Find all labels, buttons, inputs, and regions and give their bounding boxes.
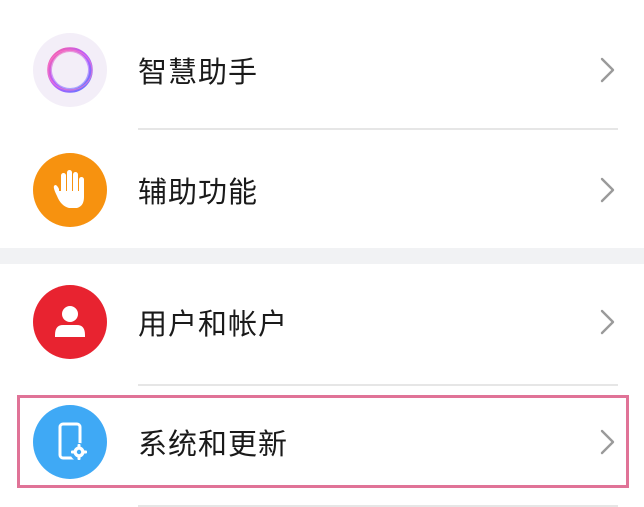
user-icon: [33, 285, 107, 359]
assistant-ring-icon: [33, 33, 107, 107]
settings-group-2: 用户和帐户 系统和更新: [0, 264, 644, 507]
settings-item-label: 系统和更新: [138, 427, 289, 461]
chevron-right-icon: [600, 429, 615, 455]
chevron-right-icon: [600, 309, 615, 335]
settings-item-users-accounts[interactable]: 用户和帐户: [0, 264, 644, 380]
settings-item-label: 辅助功能: [138, 175, 259, 209]
hand-icon: [33, 153, 107, 227]
settings-item-label: 智慧助手: [138, 55, 259, 89]
settings-item-label: 用户和帐户: [138, 307, 289, 341]
group-separator: [0, 248, 644, 264]
phone-gear-icon: [33, 405, 107, 479]
settings-item-smart-assistant[interactable]: 智慧助手: [0, 12, 644, 128]
settings-screen: 智慧助手 辅助功能 用户和帐户 系统和更新: [0, 0, 644, 507]
divider: [138, 128, 618, 130]
chevron-right-icon: [600, 57, 615, 83]
chevron-right-icon: [600, 177, 615, 203]
settings-item-system-update[interactable]: 系统和更新: [0, 384, 644, 500]
settings-item-accessibility[interactable]: 辅助功能: [0, 132, 644, 248]
settings-group-1: 智慧助手 辅助功能: [0, 0, 644, 248]
